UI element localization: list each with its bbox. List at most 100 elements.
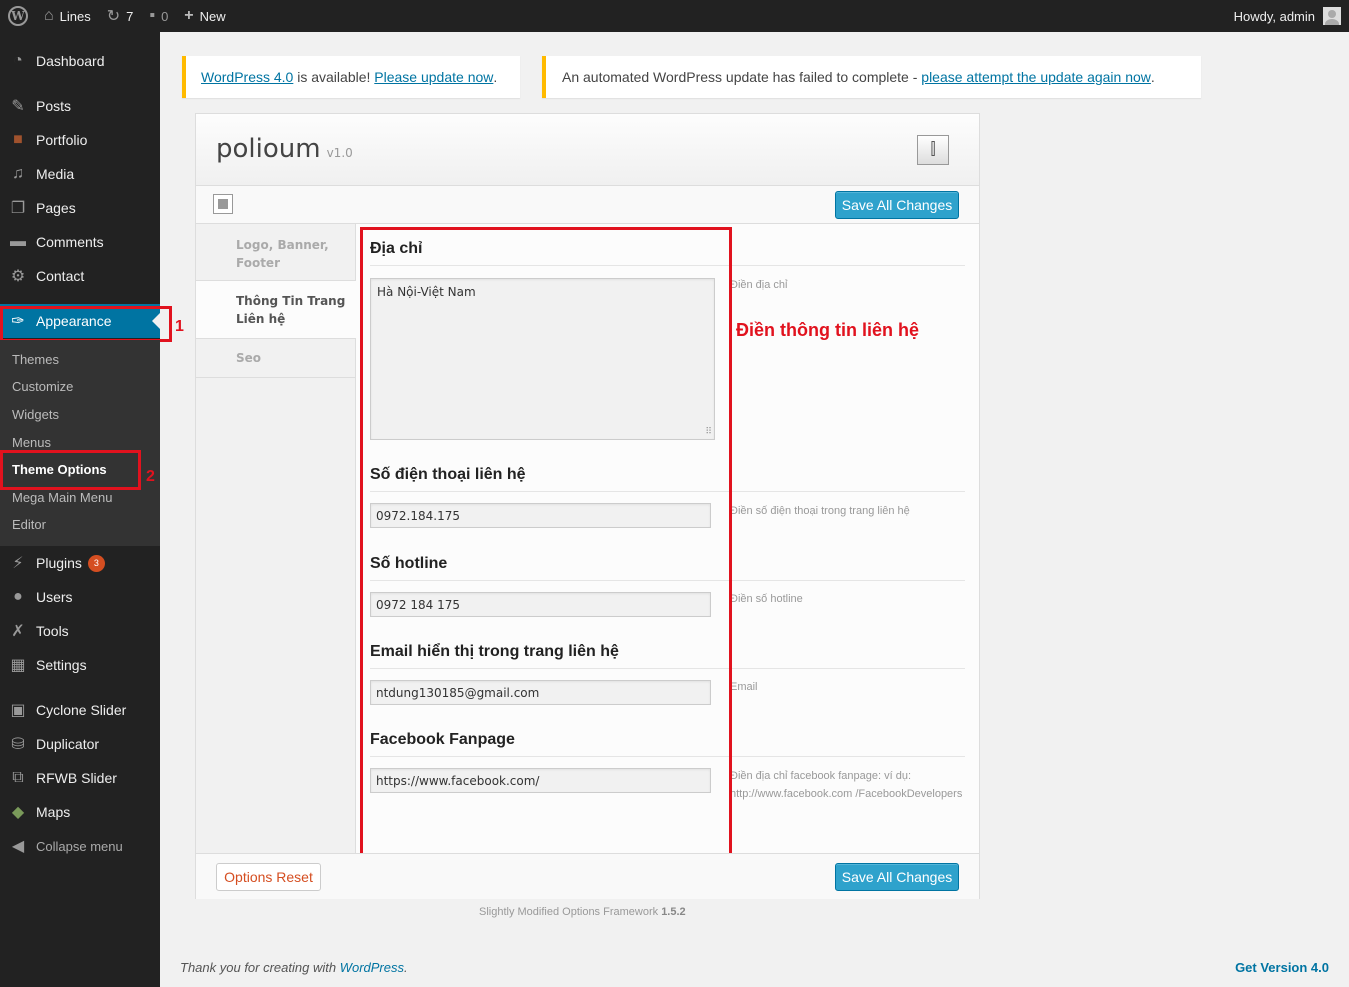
site-name-link[interactable]: ⌂ Lines bbox=[36, 0, 99, 32]
sidebar-item-cyclone-slider[interactable]: ▣ Cyclone Slider bbox=[0, 693, 160, 727]
slider-icon: ⧉ bbox=[12, 769, 24, 786]
sidebar-item-comments[interactable]: ▬ Comments bbox=[0, 225, 160, 259]
updates-link[interactable]: ↻ 7 bbox=[99, 0, 142, 32]
notice-text: An automated WordPress update has failed… bbox=[562, 69, 922, 85]
highlight-box-contact-fields bbox=[360, 227, 732, 863]
sidebar-item-dashboard[interactable]: ◔ Dashboard bbox=[0, 44, 160, 78]
panel-footer: Options Reset Save All Changes bbox=[196, 853, 979, 899]
theme-name: polioum bbox=[216, 134, 321, 164]
footer-thanks: Thank you for creating with WordPress. bbox=[180, 960, 408, 975]
briefcase-icon: ■ bbox=[13, 131, 23, 148]
step-marker-2: 2 bbox=[146, 468, 155, 485]
howdy-label: Howdy, admin bbox=[1233, 8, 1315, 24]
submenu-themes[interactable]: Themes bbox=[12, 352, 59, 367]
email-description: Email bbox=[730, 681, 758, 693]
facebook-description: Điền địa chỉ facebook fanpage: ví dụ: ht… bbox=[730, 770, 963, 800]
collapse-icon: ◀ bbox=[11, 838, 25, 855]
submenu-menus[interactable]: Menus bbox=[12, 435, 51, 450]
plugins-update-badge: 3 bbox=[87, 554, 105, 572]
notice-text: is available! bbox=[293, 69, 375, 85]
collapse-menu-button[interactable]: ◀ Collapse menu bbox=[0, 829, 160, 863]
get-version-link[interactable]: Get Version 4.0 bbox=[1235, 960, 1329, 975]
wordpress-version-link[interactable]: WordPress 4.0 bbox=[201, 69, 293, 85]
home-icon: ⌂ bbox=[44, 7, 54, 24]
sidebar-item-label: Contact bbox=[36, 268, 85, 284]
sidebar-item-label: RFWB Slider bbox=[36, 770, 117, 786]
update-failed-notice: An automated WordPress update has failed… bbox=[542, 56, 1201, 98]
sidebar-item-label: Maps bbox=[36, 804, 71, 820]
wordpress-link[interactable]: WordPress bbox=[340, 960, 404, 975]
sidebar-item-users[interactable]: ● Users bbox=[0, 580, 160, 614]
sidebar-item-posts[interactable]: ✎ Posts bbox=[0, 89, 160, 123]
panel-toolbar: Save All Changes bbox=[196, 186, 979, 224]
expand-icon[interactable] bbox=[213, 194, 233, 214]
sidebar-item-label: Tools bbox=[36, 623, 69, 639]
sidebar-item-pages[interactable]: ❐ Pages bbox=[0, 191, 160, 225]
options-settings-icon: ⫿ bbox=[917, 135, 949, 165]
sidebar-item-tools[interactable]: ✗ Tools bbox=[0, 614, 160, 648]
sidebar-item-settings[interactable]: ▦ Settings bbox=[0, 648, 160, 682]
framework-credit: Slightly Modified Options Framework 1.5.… bbox=[479, 906, 686, 918]
sidebar-item-media[interactable]: ♫ Media bbox=[0, 157, 160, 191]
tab-label: Seo bbox=[236, 351, 262, 365]
sidebar-item-label: Pages bbox=[36, 200, 76, 216]
submenu-editor[interactable]: Editor bbox=[12, 517, 46, 532]
save-all-changes-button-top[interactable]: Save All Changes bbox=[835, 191, 959, 219]
updates-count: 7 bbox=[126, 8, 134, 24]
comment-icon: ▬ bbox=[10, 233, 26, 250]
address-description: Điền địa chỉ bbox=[730, 279, 788, 291]
sidebar-item-label: Settings bbox=[36, 657, 87, 673]
tab-seo[interactable]: Seo bbox=[196, 338, 356, 378]
sidebar-item-label: Portfolio bbox=[36, 132, 88, 148]
footer-thanks-text: Thank you for creating with bbox=[180, 960, 340, 975]
phone-description: Điền số điện thoại trong trang liên hệ bbox=[730, 505, 910, 517]
highlight-box-theme-options bbox=[0, 450, 141, 490]
update-notice: WordPress 4.0 is available! Please updat… bbox=[182, 56, 520, 98]
refresh-icon: ↻ bbox=[106, 8, 121, 25]
sidebar-item-plugins[interactable]: ⚡ Plugins 3 bbox=[0, 546, 160, 580]
sidebar-item-portfolio[interactable]: ■ Portfolio bbox=[0, 123, 160, 157]
comments-link[interactable]: ▪ 0 bbox=[141, 0, 176, 32]
user-icon: ● bbox=[13, 588, 23, 605]
instruction-annotation: Điền thông tin liên hệ bbox=[736, 320, 919, 340]
plug-icon: ⚡ bbox=[12, 555, 24, 572]
sidebar-item-label: Duplicator bbox=[36, 736, 100, 752]
sidebar-item-label: Users bbox=[36, 589, 73, 605]
options-reset-button[interactable]: Options Reset bbox=[216, 863, 321, 891]
new-content-link[interactable]: + New bbox=[176, 0, 233, 32]
submenu-mega-main-menu[interactable]: Mega Main Menu bbox=[12, 490, 112, 505]
sidebar-item-label: Comments bbox=[36, 234, 104, 250]
new-label: New bbox=[199, 8, 226, 24]
collapse-menu-label: Collapse menu bbox=[36, 838, 123, 854]
tab-logo-banner-footer[interactable]: Logo, Banner, Footer bbox=[196, 234, 356, 282]
submenu-customize[interactable]: Customize bbox=[12, 379, 73, 394]
sidebar-item-maps[interactable]: ◆ Maps bbox=[0, 795, 160, 829]
plus-icon: + bbox=[184, 7, 194, 24]
tab-thong-tin-trang-lien-he[interactable]: Thông Tin Trang Liên hệ bbox=[196, 280, 357, 339]
dashboard-icon: ◔ bbox=[13, 52, 23, 69]
update-now-link[interactable]: Please update now bbox=[374, 69, 493, 85]
sidebar-item-contact[interactable]: ⚙ Contact bbox=[0, 259, 160, 293]
attempt-update-link[interactable]: please attempt the update again now bbox=[921, 69, 1151, 85]
sidebar-item-rfwb-slider[interactable]: ⧉ RFWB Slider bbox=[0, 761, 160, 795]
my-account-link[interactable]: Howdy, admin bbox=[1234, 7, 1349, 25]
panel-header: polioum v1.0 ⫿ bbox=[196, 114, 979, 186]
settings-icon: ▦ bbox=[10, 657, 26, 674]
tab-label: Logo, Banner, bbox=[236, 238, 329, 252]
tab-label: Liên hệ bbox=[236, 312, 286, 326]
step-marker-1: 1 bbox=[175, 318, 184, 335]
admin-bar: W ⌂ Lines ↻ 7 ▪ 0 + New Howdy, admin bbox=[0, 0, 1349, 32]
submenu-widgets[interactable]: Widgets bbox=[12, 407, 59, 422]
sidebar-item-label: Media bbox=[36, 166, 75, 182]
save-all-changes-button-bottom[interactable]: Save All Changes bbox=[835, 863, 959, 891]
framework-version: 1.5.2 bbox=[661, 906, 686, 918]
sidebar-item-label: Dashboard bbox=[36, 53, 105, 69]
site-name-label: Lines bbox=[59, 8, 91, 24]
notice-text: . bbox=[493, 69, 498, 85]
comment-bubble-icon: ▪ bbox=[149, 7, 156, 24]
gear-icon: ⚙ bbox=[10, 268, 26, 285]
highlight-box-appearance bbox=[0, 306, 172, 342]
wordpress-logo-icon[interactable]: W bbox=[0, 0, 36, 32]
media-icon: ♫ bbox=[12, 165, 24, 182]
sidebar-item-duplicator[interactable]: ⛁ Duplicator bbox=[0, 727, 160, 761]
